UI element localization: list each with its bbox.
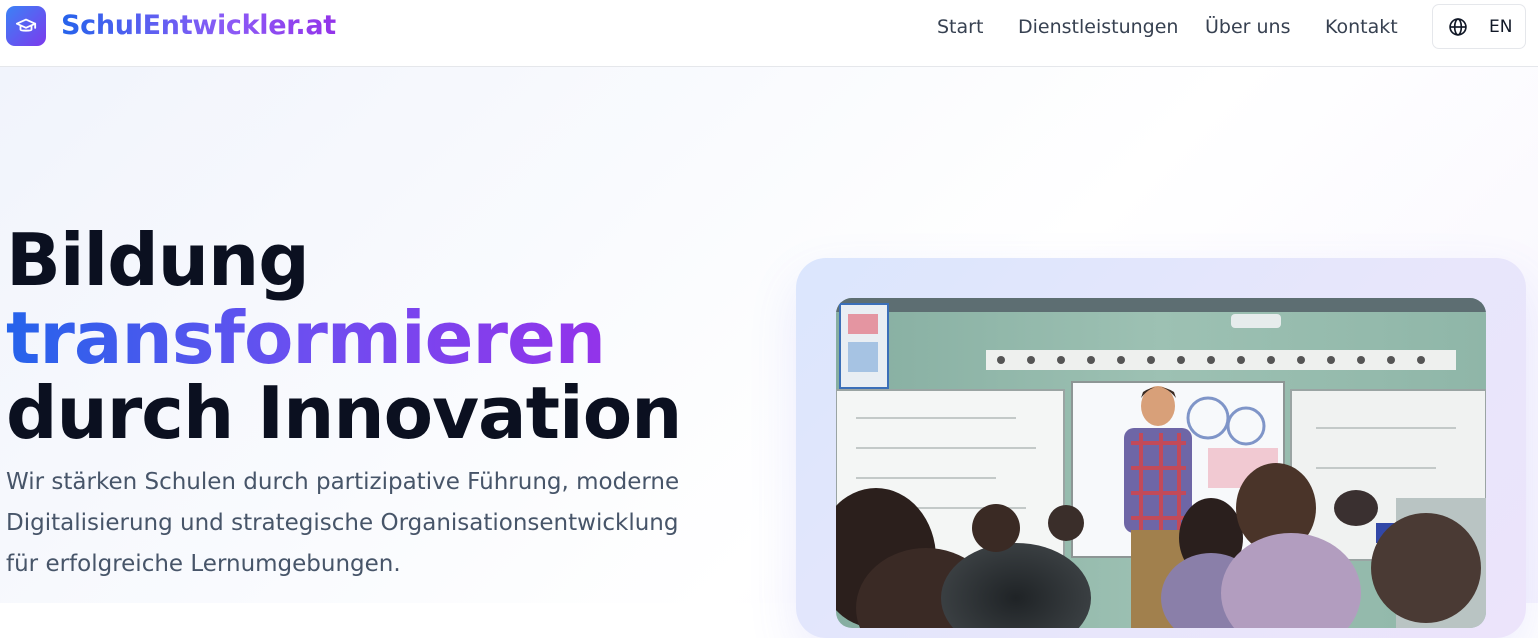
logo-badge[interactable] [6,6,46,46]
hero-title-line3: durch Innovation [6,371,682,455]
language-switcher[interactable]: EN [1432,4,1526,49]
nav-kontakt[interactable]: Kontakt [1325,16,1398,42]
hero-lead: Wir stärken Schulen durch partizipative … [6,469,680,577]
language-code: EN [1489,17,1513,37]
site-header: SchulEntwickler.at Start Dienstleistunge… [0,0,1538,67]
brand-name[interactable]: SchulEntwickler.at [61,10,336,41]
hero-title-line2: transformieren [6,296,606,380]
nav-dienstleistungen[interactable]: Dienstleistungen [1018,16,1178,42]
classroom-photo [836,298,1486,628]
nav-ueber-uns[interactable]: Über uns [1205,16,1291,42]
nav-start[interactable]: Start [937,16,983,42]
globe-icon [1449,18,1467,36]
graduation-cap-icon [15,18,37,32]
hero-title-line1: Bildung [6,218,310,302]
